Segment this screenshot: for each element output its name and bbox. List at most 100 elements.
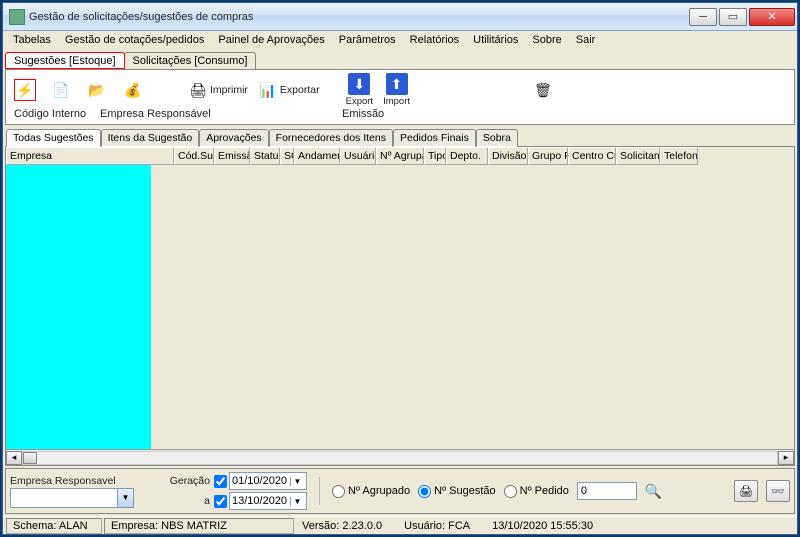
tab-todas-sugestoes[interactable]: Todas Sugestões xyxy=(6,129,101,147)
date-from-field[interactable]: 01/10/2020▼ xyxy=(229,472,307,490)
tab-pedidos-finais[interactable]: Pedidos Finais xyxy=(393,129,476,147)
menu-utilitarios[interactable]: Utilitários xyxy=(467,33,524,47)
binoculars-icon: 👓 xyxy=(771,485,785,498)
printer-icon: 🖨 xyxy=(739,485,753,498)
status-versao: Versão: 2.23.0.0 xyxy=(302,520,382,532)
label-a: a xyxy=(162,495,210,507)
data-tabs: Todas Sugestões Itens da Sugestão Aprova… xyxy=(3,128,797,146)
column-header[interactable]: Empresa xyxy=(6,147,174,165)
maximize-button[interactable]: ▭ xyxy=(719,8,747,26)
column-header[interactable]: Nº Agrupada xyxy=(376,147,424,165)
scroll-thumb[interactable] xyxy=(23,452,37,464)
menu-sair[interactable]: Sair xyxy=(570,33,602,47)
scroll-left-button[interactable]: ◂ xyxy=(6,451,22,465)
tab-fornecedores[interactable]: Fornecedores dos Itens xyxy=(269,129,393,147)
status-data: 13/10/2020 15:55:30 xyxy=(492,520,593,532)
folder-button[interactable]: 📂 xyxy=(84,79,110,101)
status-schema: Schema: ALAN xyxy=(6,518,102,534)
status-usuario: Usuário: FCA xyxy=(404,520,470,532)
scroll-right-button[interactable]: ▸ xyxy=(778,451,794,465)
column-header[interactable]: SC xyxy=(280,147,294,165)
refresh-button[interactable]: ⚡ xyxy=(12,79,38,101)
toolbar-panel: ⚡ 📄 📂 💰 🖨Imprimir 📊Exportar ⬇Export ⬆Imp… xyxy=(5,69,795,125)
column-header[interactable]: Emissão xyxy=(214,147,250,165)
column-header[interactable]: Status xyxy=(250,147,280,165)
folder-icon: 📂 xyxy=(86,79,108,101)
filter-bar: Empresa Responsavel ▼ Geração 01/10/2020… xyxy=(5,468,795,514)
chevron-down-icon: ▼ xyxy=(290,477,304,486)
column-header[interactable]: Cód.Sugestão xyxy=(174,147,214,165)
grid-empresa-column-area xyxy=(6,165,151,449)
close-button[interactable]: ✕ xyxy=(749,8,795,26)
column-header[interactable]: Depto. xyxy=(446,147,488,165)
grid-header: EmpresaCód.SugestãoEmissãoStatusSCAndame… xyxy=(6,147,794,165)
delete-button[interactable]: 🗑 xyxy=(530,79,556,101)
label-emissao: Emissão xyxy=(342,108,384,120)
date-to-check[interactable] xyxy=(214,495,227,508)
menu-tabelas[interactable]: Tabelas xyxy=(7,33,57,47)
empresa-combo[interactable]: ▼ xyxy=(10,488,134,508)
column-header[interactable]: Solicitante xyxy=(616,147,660,165)
menu-aprovacoes[interactable]: Painel de Aprovações xyxy=(212,33,330,47)
label-geracao: Geração xyxy=(162,475,210,487)
column-header[interactable]: Usuário xyxy=(340,147,376,165)
export-icon: ⬇ xyxy=(348,73,370,95)
titlebar: Gestão de solicitações/sugestões de comp… xyxy=(3,3,797,31)
date-to-box: 13/10/2020▼ xyxy=(214,492,307,510)
radio-sugestao[interactable]: Nº Sugestão xyxy=(418,485,496,498)
radio-pedido[interactable]: Nº Pedido xyxy=(504,485,569,498)
export-button[interactable]: ⬇Export xyxy=(346,73,373,107)
date-to-field[interactable]: 13/10/2020▼ xyxy=(229,492,307,510)
search-icon[interactable]: 🔍 xyxy=(645,483,662,500)
window-title: Gestão de solicitações/sugestões de comp… xyxy=(29,11,689,23)
tab-itens-sugestao[interactable]: Itens da Sugestão xyxy=(101,129,200,147)
app-icon xyxy=(9,9,25,25)
date-from-check[interactable] xyxy=(214,475,227,488)
status-empresa: Empresa: NBS MATRIZ xyxy=(104,518,294,534)
tab-sugestoes-estoque[interactable]: Sugestões [Estoque] xyxy=(5,52,125,69)
menu-relatorios[interactable]: Relatórios xyxy=(404,33,466,47)
radio-agrupado[interactable]: Nº Agrupado xyxy=(332,485,410,498)
separator xyxy=(319,477,320,505)
minimize-button[interactable]: ─ xyxy=(689,8,717,26)
column-header[interactable]: Tipo xyxy=(424,147,446,165)
export-xls-button[interactable]: 📊Exportar xyxy=(258,80,320,100)
scroll-track[interactable] xyxy=(22,451,778,465)
app-window: Gestão de solicitações/sugestões de comp… xyxy=(2,2,798,535)
label-empresa: Empresa Responsável xyxy=(100,108,334,120)
money-button[interactable]: 💰 xyxy=(120,79,146,101)
print-button[interactable]: 🖨Imprimir xyxy=(188,80,248,100)
statusbar: Schema: ALAN Empresa: NBS MATRIZ Versão:… xyxy=(3,516,797,534)
document-icon: 📄 xyxy=(50,79,72,101)
import-button[interactable]: ⬆Import xyxy=(383,73,410,107)
grid-body xyxy=(6,165,794,449)
column-header[interactable]: Grupo PC xyxy=(528,147,568,165)
label-empresa-resp: Empresa Responsavel xyxy=(10,475,134,487)
date-from-box: 01/10/2020▼ xyxy=(214,472,307,490)
new-doc-button[interactable]: 📄 xyxy=(48,79,74,101)
tab-aprovacoes[interactable]: Aprovações xyxy=(199,129,268,147)
column-header[interactable]: Centro Custo xyxy=(568,147,616,165)
printer-icon: 🖨 xyxy=(188,80,208,100)
coins-icon: 💰 xyxy=(122,79,144,101)
tab-sobra[interactable]: Sobra xyxy=(476,129,518,147)
binoculars-button[interactable]: 👓 xyxy=(766,480,790,502)
print-icon-button[interactable]: 🖨 xyxy=(734,480,758,502)
lightning-icon: ⚡ xyxy=(14,79,36,101)
menu-parametros[interactable]: Parâmetros xyxy=(333,33,402,47)
menubar: Tabelas Gestão de cotações/pedidos Paine… xyxy=(3,31,797,49)
chevron-down-icon: ▼ xyxy=(117,489,133,507)
spreadsheet-icon: 📊 xyxy=(258,80,278,100)
menu-sobre[interactable]: Sobre xyxy=(526,33,567,47)
chevron-down-icon: ▼ xyxy=(290,497,304,506)
import-icon: ⬆ xyxy=(386,73,408,95)
menu-cotacoes[interactable]: Gestão de cotações/pedidos xyxy=(59,33,210,47)
column-header[interactable]: Andamento xyxy=(294,147,340,165)
column-header[interactable]: Telefone xyxy=(660,147,698,165)
label-codigo: Código Interno xyxy=(14,108,92,120)
horizontal-scrollbar[interactable]: ◂ ▸ xyxy=(6,449,794,465)
trash-icon: 🗑 xyxy=(532,79,554,101)
numero-input[interactable] xyxy=(577,482,637,500)
column-header[interactable]: Divisão xyxy=(488,147,528,165)
tab-solicitacoes-consumo[interactable]: Solicitações [Consumo] xyxy=(124,52,257,69)
